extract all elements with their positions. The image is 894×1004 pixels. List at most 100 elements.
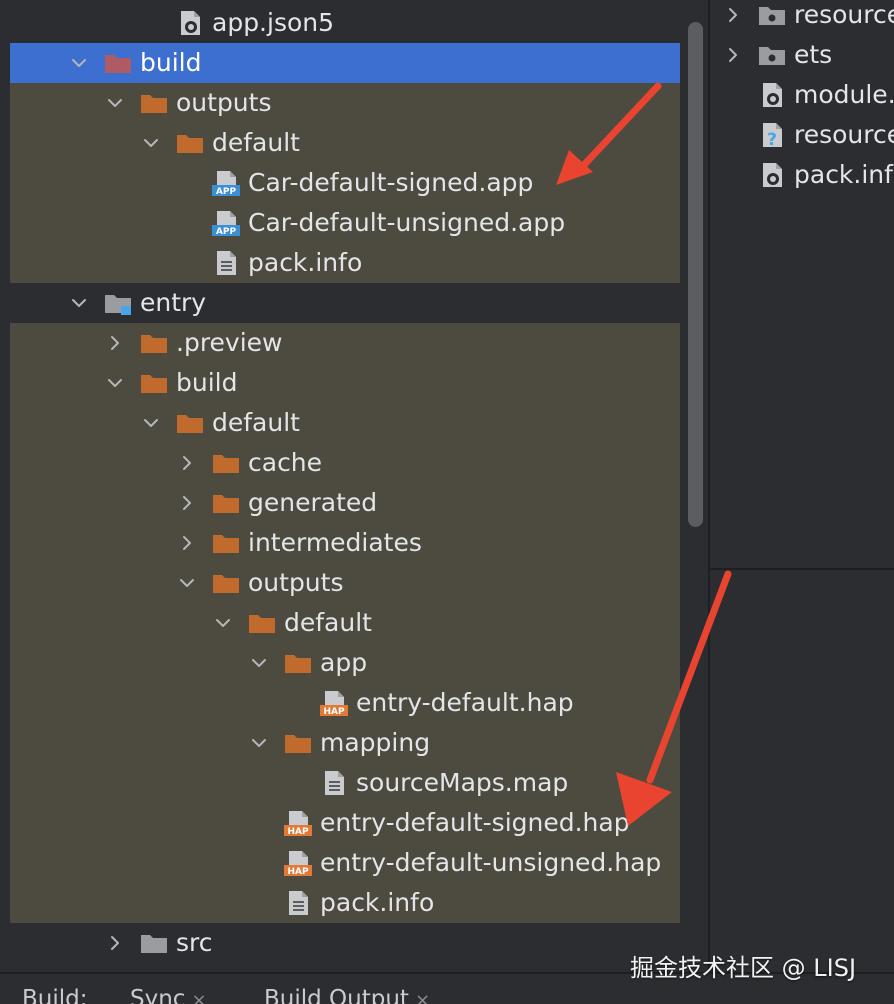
svg-text:HAP: HAP <box>287 867 308 877</box>
folder-icon <box>138 83 170 123</box>
folder-icon <box>174 123 206 163</box>
tab-build-output-label: Build Output <box>264 986 409 1004</box>
folder-icon <box>174 403 206 443</box>
tree-row-sourcemaps-map[interactable]: sourceMaps.map <box>10 763 680 803</box>
tab-sync[interactable]: Sync × <box>130 986 207 1004</box>
tree-row-label: Car-default-unsigned.app <box>248 208 566 237</box>
source-folder-icon <box>756 35 788 75</box>
text-file-icon <box>282 883 314 923</box>
svg-text:APP: APP <box>216 187 237 197</box>
chevron-right-icon[interactable] <box>722 0 744 35</box>
folder-icon <box>210 563 242 603</box>
tree-row-outputs[interactable]: outputs <box>10 83 680 123</box>
folder-icon <box>282 723 314 763</box>
chevron-right-icon[interactable] <box>176 443 198 483</box>
tree-row-entry-default-unsigned-hap[interactable]: HAP entry-default-unsigned.hap <box>10 843 680 883</box>
chevron-down-icon[interactable] <box>140 403 162 443</box>
tree-row-pack-info[interactable]: pack.info <box>10 883 680 923</box>
tree-row-label: build <box>140 48 202 77</box>
right-row-module-json5[interactable]: module.json5 <box>710 75 894 115</box>
text-file-icon <box>210 243 242 283</box>
tree-row-preview[interactable]: .preview <box>10 323 680 363</box>
tree-row-label: src <box>176 928 213 957</box>
config-file-icon <box>174 3 206 43</box>
chevron-down-icon[interactable] <box>68 43 90 83</box>
config-file-icon <box>756 75 788 115</box>
tree-row-label: entry-default-signed.hap <box>320 808 630 837</box>
tree-row-outputs[interactable]: outputs <box>10 563 680 603</box>
tree-row-label: app.json5 <box>212 8 335 37</box>
tree-row-car-default-signed-app[interactable]: APP Car-default-signed.app <box>10 163 680 203</box>
excluded-folder-icon <box>102 43 134 83</box>
right-row-ets[interactable]: ets <box>710 35 894 75</box>
secondary-tree-panel: resources ets module.json5? resources.index… <box>710 0 894 972</box>
tree-row-app-json5[interactable]: app.json5 <box>10 3 680 43</box>
svg-text:?: ? <box>767 130 777 150</box>
chevron-down-icon[interactable] <box>68 283 90 323</box>
secondary-panel-separator <box>710 568 894 570</box>
chevron-down-icon[interactable] <box>104 83 126 123</box>
chevron-down-icon[interactable] <box>212 603 234 643</box>
tree-row-label: entry <box>140 288 207 317</box>
tree-row-cache[interactable]: cache <box>10 443 680 483</box>
text-file-icon <box>318 763 350 803</box>
right-row-resources[interactable]: resources <box>710 0 894 35</box>
chevron-right-icon[interactable] <box>104 923 126 963</box>
chevron-right-icon[interactable] <box>104 323 126 363</box>
folder-icon <box>210 443 242 483</box>
tree-row-default[interactable]: default <box>10 123 680 163</box>
project-tree-scrollbar-thumb[interactable] <box>688 22 703 527</box>
folder-icon <box>210 523 242 563</box>
config-file-icon <box>756 155 788 195</box>
chevron-down-icon[interactable] <box>248 643 270 683</box>
chevron-down-icon[interactable] <box>104 363 126 403</box>
tab-build-output[interactable]: Build Output × <box>264 986 430 1004</box>
tree-row-mapping[interactable]: mapping <box>10 723 680 763</box>
tree-row-entry-default-signed-hap[interactable]: HAP entry-default-signed.hap <box>10 803 680 843</box>
chevron-down-icon[interactable] <box>248 723 270 763</box>
hap-package-icon: HAP <box>318 683 350 723</box>
unknown-file-icon: ? <box>756 115 788 155</box>
grey-folder-icon <box>138 923 170 963</box>
folder-icon <box>138 363 170 403</box>
tree-row-default[interactable]: default <box>10 403 680 443</box>
tree-row-default[interactable]: default <box>10 603 680 643</box>
tree-row-src[interactable]: src <box>10 923 680 963</box>
tree-row-entry[interactable]: entry <box>10 283 680 323</box>
chevron-right-icon[interactable] <box>722 35 744 75</box>
right-row-resources-index[interactable]: ? resources.index <box>710 115 894 155</box>
tree-row-app[interactable]: app <box>10 643 680 683</box>
chevron-right-icon[interactable] <box>176 523 198 563</box>
tree-row-intermediates[interactable]: intermediates <box>10 523 680 563</box>
tree-row-car-default-unsigned-app[interactable]: APP Car-default-unsigned.app <box>10 203 680 243</box>
tree-row-label: default <box>212 128 300 157</box>
tree-row-build[interactable]: build <box>10 363 680 403</box>
right-row-label: resources.index <box>794 120 894 149</box>
tree-row-label: default <box>284 608 372 637</box>
tree-row-entry-default-hap[interactable]: HAP entry-default.hap <box>10 683 680 723</box>
folder-icon <box>210 483 242 523</box>
tree-row-label: entry-default.hap <box>356 688 574 717</box>
chevron-right-icon[interactable] <box>176 483 198 523</box>
chevron-down-icon[interactable] <box>176 563 198 603</box>
tree-row-label: cache <box>248 448 323 477</box>
tree-row-label: sourceMaps.map <box>356 768 569 797</box>
folder-icon <box>282 643 314 683</box>
tree-row-pack-info[interactable]: pack.info <box>10 243 680 283</box>
chevron-down-icon[interactable] <box>140 123 162 163</box>
tree-row-label: build <box>176 368 238 397</box>
folder-icon <box>138 323 170 363</box>
tree-row-label: default <box>212 408 300 437</box>
tree-row-generated[interactable]: generated <box>10 483 680 523</box>
build-label: Build: <box>22 986 88 1004</box>
tree-row-label: mapping <box>320 728 431 757</box>
svg-text:HAP: HAP <box>323 707 344 717</box>
tree-row-label: outputs <box>248 568 344 597</box>
close-icon[interactable]: × <box>191 990 206 1004</box>
tree-row-label: outputs <box>176 88 272 117</box>
right-row-pack-info[interactable]: pack.info <box>710 155 894 195</box>
module-folder-icon <box>102 283 134 323</box>
tree-row-label: intermediates <box>248 528 422 557</box>
tree-row-build[interactable]: build <box>10 43 680 83</box>
close-icon[interactable]: × <box>415 990 430 1004</box>
